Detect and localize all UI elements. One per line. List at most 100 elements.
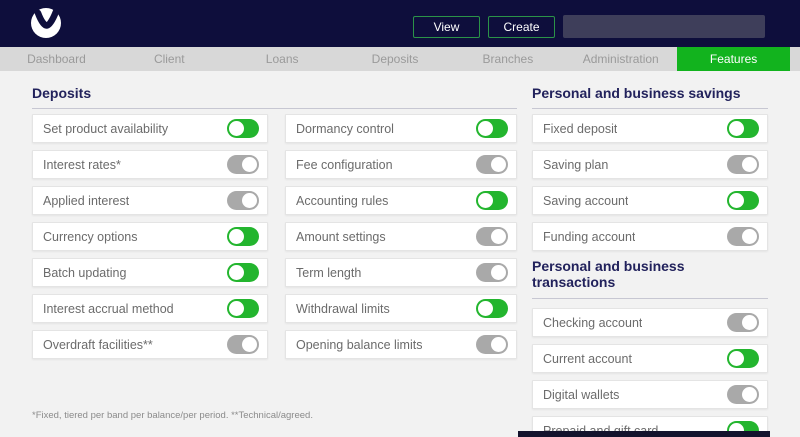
feature-label: Digital wallets: [543, 388, 619, 402]
feature-row: Funding account: [532, 222, 768, 251]
toggle-switch[interactable]: [476, 227, 508, 246]
feature-label: Checking account: [543, 316, 642, 330]
toggle-switch[interactable]: [227, 227, 259, 246]
feature-row: Overdraft facilities**: [32, 330, 268, 359]
toggle-switch[interactable]: [727, 385, 759, 404]
tab-loans[interactable]: Loans: [226, 47, 339, 71]
create-button[interactable]: Create: [488, 16, 555, 38]
partial-card-edge: [518, 431, 770, 437]
feature-label: Saving account: [543, 194, 628, 208]
toggle-switch[interactable]: [227, 155, 259, 174]
feature-row: Fee configuration: [285, 150, 517, 179]
feature-row: Interest rates*: [32, 150, 268, 179]
toggle-switch[interactable]: [227, 263, 259, 282]
tab-branches[interactable]: Branches: [451, 47, 564, 71]
toggle-knob: [729, 193, 744, 208]
feature-row: Currency options: [32, 222, 268, 251]
toggle-switch[interactable]: [476, 299, 508, 318]
feature-row: Digital wallets: [532, 380, 768, 409]
toggle-knob: [491, 229, 506, 244]
feature-row: Opening balance limits: [285, 330, 517, 359]
feature-row: Interest accrual method: [32, 294, 268, 323]
feature-row: Checking account: [532, 308, 768, 337]
main-nav: Dashboard Client Loans Deposits Branches…: [0, 47, 800, 71]
toggle-knob: [491, 265, 506, 280]
toggle-knob: [229, 301, 244, 316]
feature-label: Opening balance limits: [296, 338, 422, 352]
toggle-knob: [742, 387, 757, 402]
toggle-switch[interactable]: [227, 299, 259, 318]
feature-label: Currency options: [43, 230, 138, 244]
toggle-switch[interactable]: [727, 349, 759, 368]
feature-row: Withdrawal limits: [285, 294, 517, 323]
top-header: View Create: [0, 0, 800, 47]
feature-row: Set product availability: [32, 114, 268, 143]
toggle-switch[interactable]: [727, 227, 759, 246]
features-content: Deposits Personal and business savings S…: [0, 71, 800, 437]
feature-label: Term length: [296, 266, 361, 280]
feature-label: Funding account: [543, 230, 635, 244]
feature-label: Applied interest: [43, 194, 129, 208]
feature-label: Accounting rules: [296, 194, 388, 208]
toggle-knob: [742, 157, 757, 172]
feature-row: Amount settings: [285, 222, 517, 251]
section-header-deposits: Deposits: [32, 85, 517, 109]
feature-label: Fixed deposit: [543, 122, 617, 136]
toggle-knob: [729, 121, 744, 136]
toggle-switch[interactable]: [727, 119, 759, 138]
deposits-column-1: Set product availability Interest rates*…: [32, 114, 268, 366]
section-header-transactions: Personal and business transactions: [532, 258, 768, 299]
toggle-knob: [242, 337, 257, 352]
app-logo-icon: [30, 7, 62, 39]
tab-client[interactable]: Client: [113, 47, 226, 71]
toggle-switch[interactable]: [727, 313, 759, 332]
toggle-switch[interactable]: [227, 119, 259, 138]
toggle-knob: [242, 157, 257, 172]
toggle-knob: [742, 315, 757, 330]
feature-row: Current account: [532, 344, 768, 373]
feature-label: Interest accrual method: [43, 302, 174, 316]
toggle-switch[interactable]: [476, 263, 508, 282]
toggle-switch[interactable]: [476, 119, 508, 138]
toggle-switch[interactable]: [727, 155, 759, 174]
feature-row: Applied interest: [32, 186, 268, 215]
toggle-switch[interactable]: [476, 335, 508, 354]
feature-row: Saving plan: [532, 150, 768, 179]
search-input[interactable]: [563, 15, 765, 38]
toggle-knob: [491, 157, 506, 172]
feature-row: Dormancy control: [285, 114, 517, 143]
toggle-switch[interactable]: [227, 335, 259, 354]
feature-label: Batch updating: [43, 266, 126, 280]
toggle-knob: [491, 337, 506, 352]
feature-label: Current account: [543, 352, 632, 366]
tab-deposits[interactable]: Deposits: [339, 47, 452, 71]
toggle-switch[interactable]: [227, 191, 259, 210]
savings-column: Fixed deposit Saving plan Saving account…: [532, 114, 768, 437]
tab-dashboard[interactable]: Dashboard: [0, 47, 113, 71]
footnote-text: *Fixed, tiered per band per balance/per …: [32, 410, 313, 421]
deposits-column-2: Dormancy control Fee configuration Accou…: [285, 114, 517, 366]
feature-row: Fixed deposit: [532, 114, 768, 143]
toggle-switch[interactable]: [476, 155, 508, 174]
feature-label: Overdraft facilities**: [43, 338, 153, 352]
toggle-switch[interactable]: [476, 191, 508, 210]
feature-row: Accounting rules: [285, 186, 517, 215]
toggle-knob: [242, 193, 257, 208]
toggle-knob: [478, 193, 493, 208]
toggle-knob: [478, 301, 493, 316]
feature-label: Amount settings: [296, 230, 386, 244]
feature-row: Batch updating: [32, 258, 268, 287]
toggle-knob: [229, 265, 244, 280]
feature-label: Interest rates*: [43, 158, 121, 172]
feature-row: Term length: [285, 258, 517, 287]
toggle-knob: [229, 121, 244, 136]
tab-features[interactable]: Features: [677, 47, 790, 71]
toggle-switch[interactable]: [727, 191, 759, 210]
toggle-knob: [729, 351, 744, 366]
view-button[interactable]: View: [413, 16, 480, 38]
feature-row: Saving account: [532, 186, 768, 215]
feature-label: Saving plan: [543, 158, 608, 172]
feature-label: Dormancy control: [296, 122, 394, 136]
tab-administration[interactable]: Administration: [564, 47, 677, 71]
toggle-knob: [742, 229, 757, 244]
